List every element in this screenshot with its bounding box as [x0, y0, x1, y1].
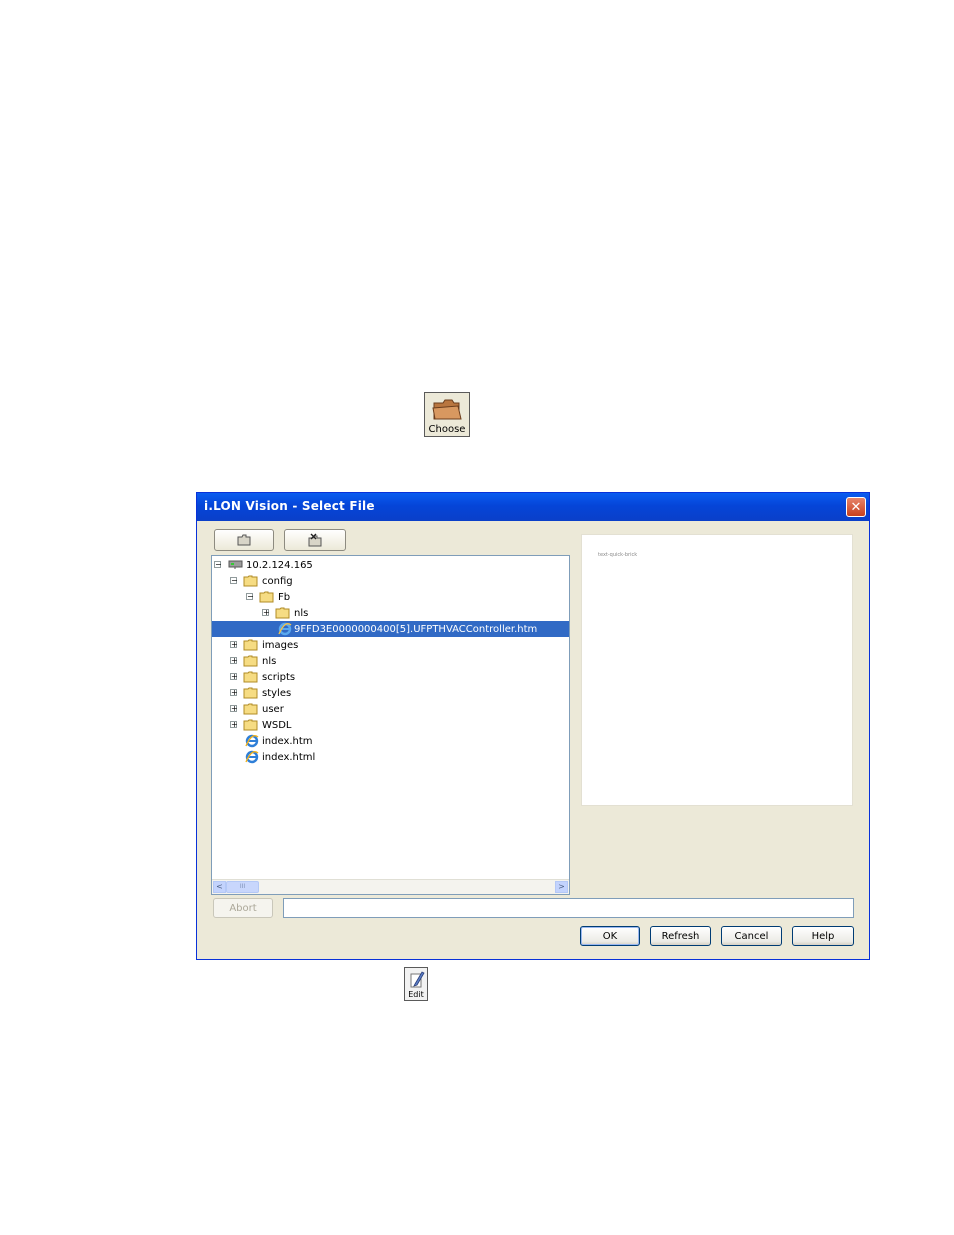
help-button[interactable]: Help	[792, 926, 854, 946]
tree-label: index.htm	[262, 735, 313, 747]
folder-icon	[259, 591, 274, 603]
tree-label: nls	[294, 607, 309, 619]
tree-node-selected-file[interactable]: 9FFD3E0000000400[5].UFPTHVACController.h…	[212, 621, 569, 637]
collapse-icon[interactable]: −	[230, 577, 238, 585]
new-folder-icon	[237, 534, 251, 546]
folder-icon	[243, 687, 258, 699]
edit-pencil-icon	[410, 971, 425, 988]
ie-file-icon	[245, 734, 259, 748]
select-file-dialog: i.LON Vision - Select File ✕ − 10.2.124.…	[196, 492, 870, 960]
tree-label: nls	[262, 655, 277, 667]
expand-icon[interactable]: +	[262, 609, 270, 617]
abort-button[interactable]: Abort	[213, 898, 273, 918]
folder-icon	[243, 655, 258, 667]
file-path-input[interactable]	[283, 898, 854, 918]
ie-file-icon	[245, 750, 259, 764]
scroll-left-icon[interactable]: <	[213, 881, 226, 893]
delete-folder-icon	[308, 533, 322, 547]
tree-label: user	[262, 703, 284, 715]
expand-icon[interactable]: +	[230, 689, 238, 697]
folder-icon	[243, 719, 258, 731]
tree-label: 10.2.124.165	[246, 559, 313, 571]
close-icon: ✕	[850, 499, 862, 515]
tree-label: images	[262, 639, 299, 651]
tree-label: WSDL	[262, 719, 292, 731]
cancel-button[interactable]: Cancel	[721, 926, 782, 946]
folder-icon	[243, 671, 258, 683]
collapse-icon[interactable]: −	[214, 561, 222, 569]
folder-icon	[243, 575, 258, 587]
tree-label: styles	[262, 687, 292, 699]
folder-icon	[243, 639, 258, 651]
choose-button[interactable]: Choose	[424, 392, 470, 437]
expand-icon[interactable]: +	[230, 673, 238, 681]
edit-button[interactable]: Edit	[404, 967, 428, 1001]
edit-label: Edit	[408, 990, 424, 999]
collapse-icon[interactable]: −	[246, 593, 254, 601]
dialog-titlebar[interactable]: i.LON Vision - Select File ✕	[197, 493, 869, 521]
new-folder-button[interactable]	[214, 529, 274, 551]
network-drive-icon	[228, 560, 243, 569]
folder-icon	[275, 607, 290, 619]
dialog-client: − 10.2.124.165 − config − Fb + nls 9FFD3…	[200, 521, 866, 956]
delete-folder-button[interactable]	[284, 529, 346, 551]
choose-label: Choose	[428, 424, 466, 435]
horizontal-scrollbar[interactable]: < III >	[212, 879, 569, 894]
file-preview: text-quick-brick	[581, 534, 853, 806]
preview-text: text-quick-brick	[598, 552, 638, 558]
close-button[interactable]: ✕	[846, 497, 866, 517]
ok-button[interactable]: OK	[580, 926, 640, 946]
expand-icon[interactable]: +	[230, 705, 238, 713]
scroll-right-icon[interactable]: >	[555, 881, 568, 893]
file-tree[interactable]: − 10.2.124.165 − config − Fb + nls 9FFD3…	[211, 555, 570, 895]
dialog-title: i.LON Vision - Select File	[204, 499, 375, 513]
folder-icon	[432, 399, 462, 420]
tree-label: 9FFD3E0000000400[5].UFPTHVACController.h…	[294, 623, 538, 635]
ie-file-icon	[278, 622, 292, 636]
expand-icon[interactable]: +	[230, 641, 238, 649]
expand-icon[interactable]: +	[230, 657, 238, 665]
refresh-button[interactable]: Refresh	[650, 926, 711, 946]
expand-icon[interactable]: +	[230, 721, 238, 729]
tree-label: scripts	[262, 671, 296, 683]
folder-icon	[243, 703, 258, 715]
tree-label: Fb	[278, 591, 291, 603]
scroll-thumb[interactable]: III	[226, 881, 259, 893]
tree-label: index.html	[262, 751, 316, 763]
tree-label: config	[262, 575, 293, 587]
